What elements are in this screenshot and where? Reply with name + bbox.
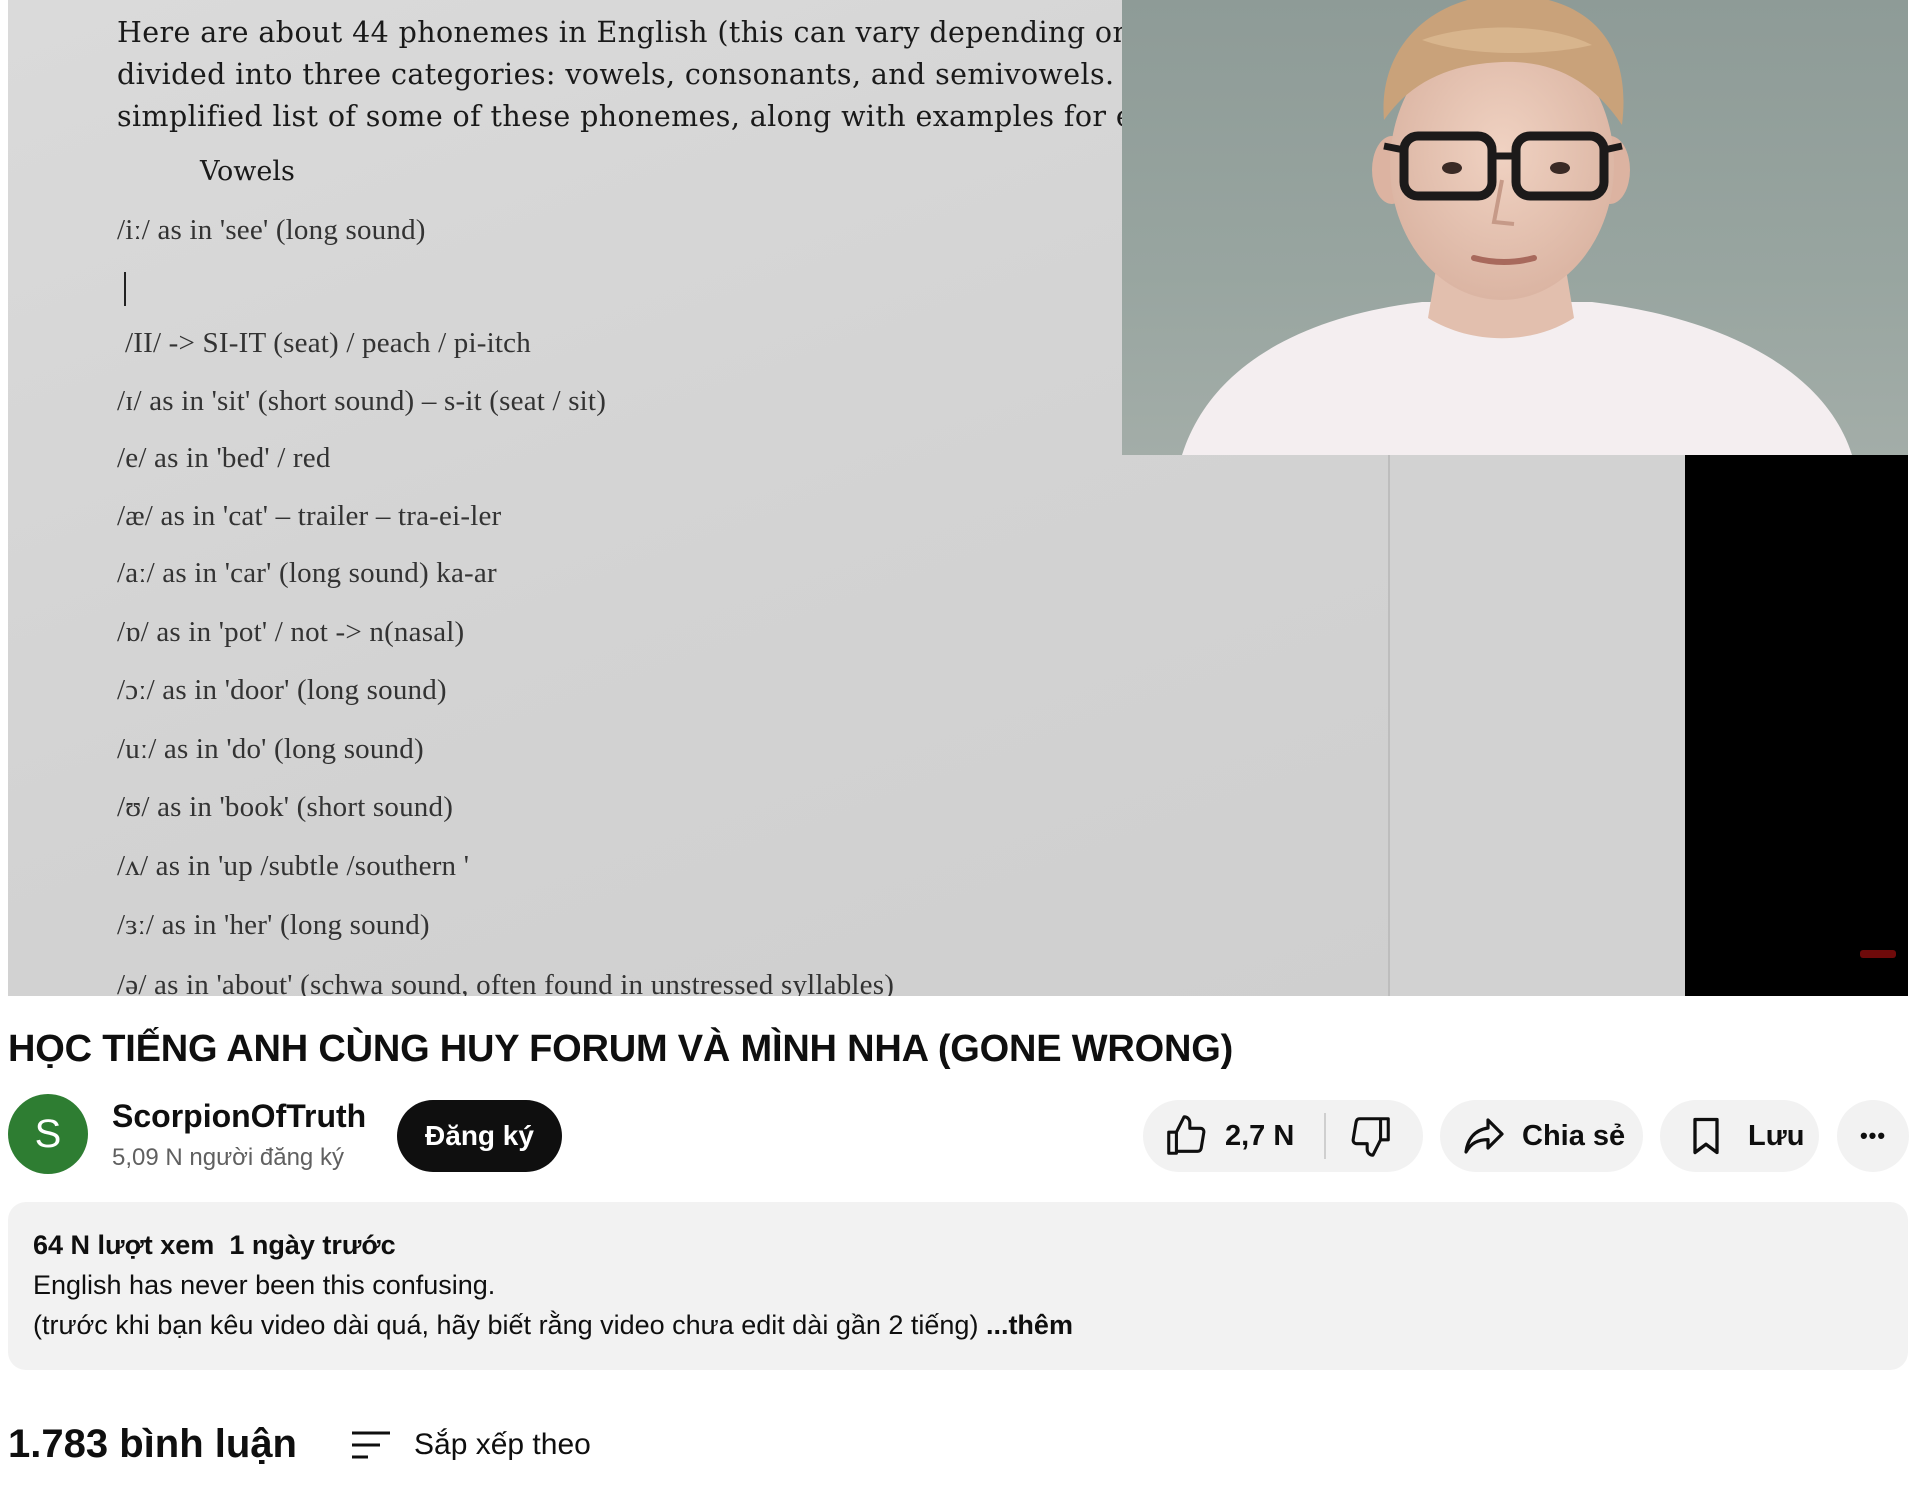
share-label: Chia sẻ [1522, 1119, 1626, 1152]
description-line: English has never been this confusing. [33, 1270, 496, 1300]
comment-count: 1.783 bình luận [8, 1422, 297, 1466]
show-more-link[interactable]: ...thêm [978, 1310, 1073, 1340]
doc-paragraph-line: divided into three categories: vowels, c… [117, 58, 1167, 91]
doc-paragraph: Here are about 44 phonemes in English (t… [117, 12, 1216, 138]
save-button[interactable]: Lưu [1660, 1100, 1819, 1172]
doc-line: /e/ as in 'bed' / red [117, 442, 331, 474]
description-line: (trước khi bạn kêu video dài quá, hãy bi… [33, 1310, 979, 1340]
letterbox-bar [1685, 455, 1908, 996]
like-button[interactable]: 2,7 N [1143, 1100, 1294, 1172]
doc-heading: Vowels [200, 156, 295, 187]
watermark [1860, 950, 1896, 958]
video-title: HỌC TIẾNG ANH CÙNG HUY FORUM VÀ MÌNH NHA… [8, 1028, 1234, 1070]
text-caret [124, 272, 126, 306]
doc-line: /ɔː/ as in 'door' (long sound) [117, 674, 447, 706]
doc-line: /ʌ/ as in 'up /subtle /southern ' [117, 850, 470, 882]
share-button[interactable]: Chia sẻ [1440, 1100, 1643, 1172]
more-actions-button[interactable]: ••• [1837, 1100, 1909, 1172]
like-dislike-group: 2,7 N [1143, 1100, 1423, 1172]
doc-line: /ʊ/ as in 'book' (short sound) [117, 791, 454, 823]
doc-line: /aː/ as in 'car' (long sound) ka-ar [117, 557, 497, 589]
sort-by-button[interactable]: Sắp xếp theo [350, 1420, 591, 1470]
doc-paragraph-line: simplified list of some of these phoneme… [117, 100, 1196, 133]
description-line-container: (trước khi bạn kêu video dài quá, hãy bi… [33, 1310, 1073, 1341]
subscribe-button[interactable]: Đăng ký [397, 1100, 562, 1172]
webcam-overlay [1122, 0, 1908, 455]
save-label: Lưu [1748, 1119, 1805, 1152]
like-count: 2,7 N [1225, 1119, 1295, 1152]
doc-line: /ɒ/ as in 'pot' / not -> n(nasal) [117, 616, 465, 648]
sort-icon [352, 1431, 390, 1459]
doc-line: /ə/ as in 'about' (schwa sound, often fo… [117, 969, 895, 996]
more-icon: ••• [1859, 1123, 1887, 1148]
share-icon [1464, 1118, 1504, 1154]
view-count-and-date: 64 N lượt xem 1 ngày trước [33, 1230, 396, 1260]
doc-line: /II/ -> SI-IT (seat) / peach / pi-itch [125, 327, 531, 359]
channel-name[interactable]: ScorpionOfTruth [112, 1098, 366, 1135]
sort-label: Sắp xếp theo [414, 1428, 591, 1461]
document-side-panel [1388, 455, 1685, 996]
doc-line: /ɪ/ as in 'sit' (short sound) – s-it (se… [117, 385, 607, 417]
presenter-figure [1182, 0, 1852, 455]
thumbs-up-icon [1167, 1115, 1206, 1155]
doc-line: /iː/ as in 'see' (long sound) [117, 214, 426, 246]
description-box[interactable]: 64 N lượt xem 1 ngày trước English has n… [8, 1202, 1908, 1370]
channel-avatar[interactable]: S [8, 1094, 88, 1174]
doc-line: /uː/ as in 'do' (long sound) [117, 733, 424, 765]
subscriber-count: 5,09 N người đăng ký [112, 1144, 344, 1171]
thumbs-down-icon [1351, 1117, 1391, 1157]
video-player[interactable]: Here are about 44 phonemes in English (t… [8, 0, 1908, 996]
doc-line: /æ/ as in 'cat' – trailer – tra-ei-ler [117, 500, 502, 532]
doc-paragraph-line: Here are about 44 phonemes in English (t… [117, 16, 1216, 49]
doc-line: /ɜː/ as in 'her' (long sound) [117, 909, 430, 941]
dislike-button[interactable] [1326, 1100, 1394, 1172]
bookmark-icon [1693, 1117, 1719, 1155]
